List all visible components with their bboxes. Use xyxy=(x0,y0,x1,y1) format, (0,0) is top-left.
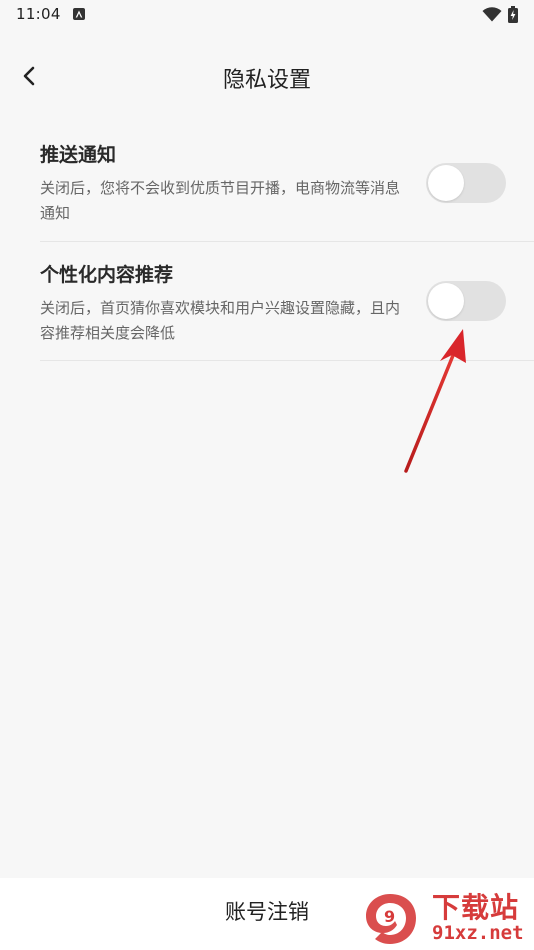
setting-description: 关闭后，首页猜你喜欢模块和用户兴趣设置隐藏，且内容推荐相关度会降低 xyxy=(40,299,401,342)
a-square-icon xyxy=(72,8,85,20)
page-title: 隐私设置 xyxy=(222,68,311,93)
watermark-title: 下载站 xyxy=(432,891,520,924)
settings-list: 推送通知 关闭后，您将不会收到优质节目开播，电商物流等消息通知 个性化内容推荐 … xyxy=(0,122,534,361)
battery-charging-icon xyxy=(508,6,518,23)
setting-description: 关闭后，您将不会收到优质节目开播，电商物流等消息通知 xyxy=(40,179,401,222)
watermark: 9 下载站 91xz.net xyxy=(360,886,534,950)
screen: 11:04 隐私设置 推送通知 关闭后，您将不会收到优质节目开播，电商物流等消息… xyxy=(0,0,534,950)
setting-item-personalized-recommendation: 个性化内容推荐 关闭后，首页猜你喜欢模块和用户兴趣设置隐藏，且内容推荐相关度会降… xyxy=(40,242,534,361)
toggle-knob xyxy=(428,283,464,319)
watermark-url: 91xz.net xyxy=(432,922,524,944)
personalized-recommendation-toggle[interactable] xyxy=(426,281,506,321)
status-icons xyxy=(482,6,518,23)
status-time: 11:04 xyxy=(16,5,61,23)
setting-title: 推送通知 xyxy=(40,144,117,166)
status-bar: 11:04 xyxy=(0,0,534,28)
wifi-icon xyxy=(482,7,502,22)
watermark-logo-icon: 9 xyxy=(366,894,416,944)
push-notification-toggle[interactable] xyxy=(426,163,506,203)
setting-title: 个性化内容推荐 xyxy=(40,264,174,286)
watermark-logo-text: 9 xyxy=(384,907,395,926)
setting-item-push-notification: 推送通知 关闭后，您将不会收到优质节目开播，电商物流等消息通知 xyxy=(40,122,534,242)
toggle-knob xyxy=(428,165,464,201)
header: 隐私设置 xyxy=(0,52,534,100)
